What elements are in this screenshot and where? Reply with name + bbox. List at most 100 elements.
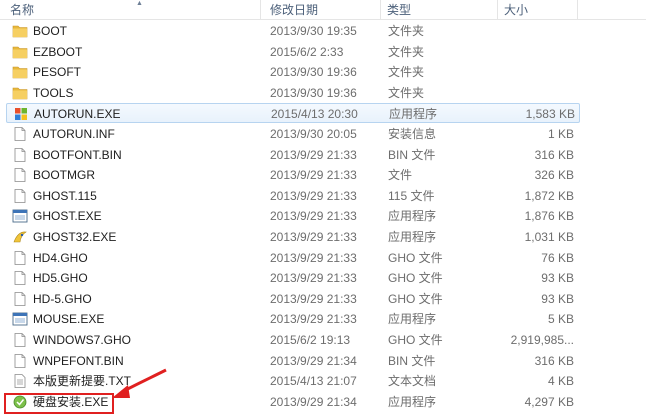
file-row[interactable]: BOOT 2013/9/30 19:35 文件夹 (6, 21, 580, 41)
file-type: 应用程序 (388, 394, 437, 409)
folder-icon (12, 86, 28, 100)
file-name: EZBOOT (33, 44, 83, 59)
highlight-box (4, 393, 114, 414)
file-name: TOOLS (33, 85, 74, 100)
file-row[interactable]: HD5.GHO 2013/9/29 21:33 GHO 文件 93 KB (6, 268, 580, 288)
file-row[interactable]: MOUSE.EXE 2013/9/29 21:33 应用程序 5 KB (6, 309, 580, 329)
file-type: GHO 文件 (388, 333, 443, 347)
file-size: 2,919,985... (510, 333, 574, 347)
column-header-name[interactable]: 名称 ▲ (6, 0, 261, 20)
file-type: 应用程序 (388, 209, 437, 224)
file-date: 2013/9/30 19:36 (270, 65, 357, 80)
document-icon (12, 353, 28, 368)
file-size: 1,583 KB (525, 107, 575, 122)
file-type: 文本文档 (388, 374, 437, 389)
text-file-icon (12, 374, 28, 389)
file-date: 2015/6/2 19:13 (270, 333, 351, 347)
file-type: 安装信息 (388, 127, 437, 141)
file-name: PESOFT (33, 65, 82, 80)
file-name: AUTORUN.EXE (34, 107, 121, 122)
file-row[interactable]: AUTORUN.EXE 2015/4/13 20:30 应用程序 1,583 KB (6, 103, 580, 124)
file-size: 5 KB (547, 312, 574, 327)
file-date: 2015/4/13 21:07 (270, 374, 357, 389)
file-row[interactable]: BOOTFONT.BIN 2013/9/29 21:33 BIN 文件 316 KB (6, 145, 580, 165)
file-row[interactable]: GHOST.115 2013/9/29 21:33 115 文件 1,872 KB (6, 186, 580, 206)
file-size: 316 KB (534, 147, 574, 162)
file-row[interactable]: WINDOWS7.GHO 2015/6/2 19:13 GHO 文件 2,919,98… (6, 330, 580, 350)
file-row[interactable]: TOOLS 2013/9/30 19:36 文件夹 (6, 83, 580, 103)
document-icon (12, 271, 28, 286)
file-type: GHO 文件 (388, 291, 443, 306)
file-size: 1,872 KB (524, 188, 574, 203)
ghost-icon (12, 230, 28, 244)
file-size: 316 KB (534, 353, 574, 368)
file-size: 1,876 KB (524, 209, 574, 224)
file-date: 2013/9/29 21:34 (270, 394, 357, 409)
file-size: 93 KB (541, 271, 574, 286)
document-icon (12, 168, 28, 183)
file-row[interactable]: HD-5.GHO 2013/9/29 21:33 GHO 文件 93 KB (6, 289, 580, 309)
column-header-date[interactable]: 修改日期 (266, 0, 381, 20)
file-type: BIN 文件 (388, 147, 436, 162)
column-header-type[interactable]: 类型 (383, 0, 498, 20)
file-date: 2013/9/29 21:34 (270, 353, 357, 368)
document-icon (12, 127, 28, 141)
column-header: 名称 ▲ 修改日期 类型 大小 (0, 0, 646, 20)
file-date: 2013/9/29 21:33 (270, 188, 357, 203)
file-size: 1 KB (547, 127, 574, 141)
file-size: 93 KB (541, 291, 574, 306)
file-size: 326 KB (534, 168, 574, 183)
file-date: 2013/9/30 19:36 (270, 85, 357, 100)
document-icon (12, 291, 28, 306)
file-type: 文件夹 (388, 24, 425, 38)
file-type: 应用程序 (388, 312, 437, 327)
file-name: GHOST.EXE (33, 209, 102, 224)
file-name: WINDOWS7.GHO (33, 333, 131, 347)
file-date: 2013/9/29 21:33 (270, 312, 357, 327)
column-header-size[interactable]: 大小 (500, 0, 578, 20)
file-row[interactable]: PESOFT 2013/9/30 19:36 文件夹 (6, 62, 580, 82)
file-name: BOOT (33, 24, 68, 38)
file-date: 2013/9/29 21:33 (270, 168, 357, 183)
file-type: 文件夹 (388, 44, 425, 59)
file-row[interactable]: AUTORUN.INF 2013/9/30 20:05 安装信息 1 KB (6, 124, 580, 144)
file-name: HD5.GHO (33, 271, 88, 286)
file-date: 2013/9/29 21:33 (270, 230, 357, 244)
file-date: 2013/9/29 21:33 (270, 291, 357, 306)
file-type: GHO 文件 (388, 271, 443, 286)
document-icon (12, 147, 28, 162)
file-type: 115 文件 (388, 188, 435, 203)
folder-icon (12, 45, 28, 59)
file-row[interactable]: 本版更新提要.TXT 2015/4/13 21:07 文本文档 4 KB (6, 371, 580, 391)
file-row[interactable]: GHOST32.EXE 2013/9/29 21:33 应用程序 1,031 KB (6, 227, 580, 247)
file-row[interactable]: HD4.GHO 2013/9/29 21:33 GHO 文件 76 KB (6, 248, 580, 268)
file-date: 2013/9/29 21:33 (270, 209, 357, 224)
folder-icon (12, 65, 28, 79)
file-type: 应用程序 (388, 230, 437, 244)
file-name: GHOST32.EXE (33, 230, 117, 244)
file-type: 应用程序 (389, 107, 438, 122)
file-row[interactable]: BOOTMGR 2013/9/29 21:33 文件 326 KB (6, 165, 580, 185)
document-icon (12, 333, 28, 347)
folder-icon (12, 24, 28, 38)
file-date: 2013/9/29 21:33 (270, 250, 357, 265)
file-size: 4 KB (547, 374, 574, 389)
file-row[interactable]: WNPEFONT.BIN 2013/9/29 21:34 BIN 文件 316 KB (6, 351, 580, 371)
file-type: 文件 (388, 168, 413, 183)
file-type: GHO 文件 (388, 250, 443, 265)
file-date: 2013/9/30 19:35 (270, 24, 357, 38)
file-date: 2013/9/29 21:33 (270, 147, 357, 162)
file-name: BOOTFONT.BIN (33, 147, 122, 162)
file-type: 文件夹 (388, 85, 425, 100)
sort-ascending-icon: ▲ (136, 0, 143, 7)
file-row[interactable]: EZBOOT 2015/6/2 2:33 文件夹 (6, 42, 580, 62)
file-date: 2015/4/13 20:30 (271, 107, 358, 122)
app-window-icon (12, 312, 28, 326)
file-name: BOOTMGR (33, 168, 95, 183)
file-name: HD4.GHO (33, 250, 88, 265)
red-arrow-icon (112, 368, 167, 398)
file-name: HD-5.GHO (33, 291, 92, 306)
file-row[interactable]: GHOST.EXE 2013/9/29 21:33 应用程序 1,876 KB (6, 206, 580, 226)
document-icon (12, 250, 28, 265)
file-date: 2013/9/29 21:33 (270, 271, 357, 286)
